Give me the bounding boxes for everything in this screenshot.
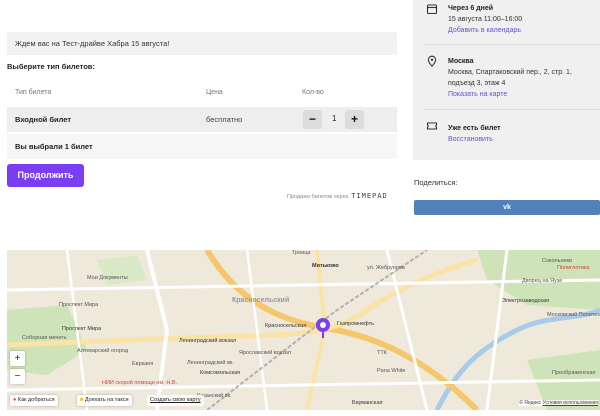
zoom-out-button[interactable]: − [10,369,25,384]
ticket-row: Входной билет бесплатно − 1 + [7,107,397,132]
route-button-label: Как добраться [17,397,55,403]
map-label: Ярославский вокзал [239,350,291,356]
divider [423,109,600,110]
map[interactable]: Мои Документы Троица Митьково ул. Жебрун… [7,250,600,410]
ticket-name: Входной билет [15,115,72,124]
map-label: Троица [292,250,311,256]
add-to-calendar-link[interactable]: Добавить в календарь [448,25,522,36]
map-label: ТТК [377,350,387,356]
map-label: Мои Документы [87,275,128,281]
restore-ticket-link[interactable]: Восстановить [448,134,501,145]
vk-share-button[interactable]: vk [414,200,600,215]
map-label: Алтекарский огород [77,348,129,354]
event-address-line2: подъезд 3, этаж 4 [448,80,506,87]
event-date-heading: Через 6 дней [448,5,494,12]
map-label: Бауманская [352,400,383,406]
map-label: Pana White [377,368,406,374]
ticket-quantity: 1 [332,114,337,123]
map-label: Электрозаводская [502,298,549,304]
column-header-price: Цена [206,89,223,96]
map-label: Ленинградский вокзал [179,338,237,344]
powered-by-text: Продажа билетов через [287,194,349,200]
map-label: Красносельский [232,297,290,304]
zoom-in-button[interactable]: + [10,351,25,366]
taxi-button[interactable]: ■ Доехать на такси [77,395,132,406]
map-label: Комсомольская [200,370,241,376]
route-button[interactable]: ● Как добраться [10,395,58,406]
event-info-panel: Через 6 дней 15 августа 11:00–16:00 Доба… [413,0,600,160]
selected-summary-row: Вы выбрали 1 билет [7,134,397,159]
column-header-type: Тип билета [15,89,52,96]
event-date-block: Через 6 дней 15 августа 11:00–16:00 Доба… [448,3,522,36]
event-date-detail: 15 августа 11:00–16:00 [448,16,523,23]
selected-summary: Вы выбрали 1 билет [15,142,93,151]
column-header-quantity: Кол-во [302,89,324,96]
show-on-map-link[interactable]: Показать на карте [448,89,572,100]
taxi-icon: ■ [80,397,84,403]
map-label: Красносельская [265,323,307,329]
map-label: Сокольники [542,258,573,264]
map-label: Дворец на Яузе [522,278,563,284]
decrease-quantity-button[interactable]: − [303,110,322,129]
timepad-logo[interactable]: TIMEPAD [351,192,388,200]
ticket-price: бесплатно [206,115,243,124]
ticket-icon [426,122,438,130]
tickets-title: Выберите тип билетов: [7,62,95,71]
copyright-text: © Яндекс [519,400,542,406]
calendar-icon [426,4,438,15]
map-label: Соборная мечеть [22,335,67,341]
restore-ticket-block: Уже есть билет Восстановить [448,123,501,145]
map-pin-icon [427,55,437,67]
map-label: Митьково [312,263,339,269]
divider [423,44,600,45]
create-map-link[interactable]: Создать свою карту [147,395,204,406]
map-label: Московский Политех [547,312,600,318]
map-label: ул. Жебрунова [367,265,405,271]
map-label: Евразия [132,361,154,367]
increase-quantity-button[interactable]: + [345,110,364,129]
map-label: Газпромнефть [337,321,374,327]
route-pin-icon: ● [13,397,17,403]
event-location-block: Москва Москва, Спартаковский пер., 2, ст… [448,56,572,100]
continue-button[interactable]: Продолжить [7,164,84,187]
map-label: Полиглотика [557,265,590,271]
map-copyright: © Яндекс Условия использования [519,400,598,406]
map-label: Преображенская [552,370,596,376]
map-label: Проспект Мира [62,326,102,332]
event-banner: Ждем вас на Тест-драйве Хабра 15 августа… [7,32,397,55]
powered-by: Продажа билетов через TIMEPAD [287,192,388,200]
terms-link[interactable]: Условия использования [543,400,599,406]
taxi-button-label: Доехать на такси [84,397,129,403]
map-label: Проспект Мира [59,302,99,308]
map-label: Ленинградский вк. [187,360,234,366]
map-label: НИИ скорой помощи им. Н.В. [102,380,178,386]
event-address-line1: Москва, Спартаковский пер., 2, стр. 1, [448,69,572,76]
event-city: Москва [448,58,474,65]
share-label: Поделиться: [414,178,458,187]
have-ticket-heading: Уже есть билет [448,125,501,132]
